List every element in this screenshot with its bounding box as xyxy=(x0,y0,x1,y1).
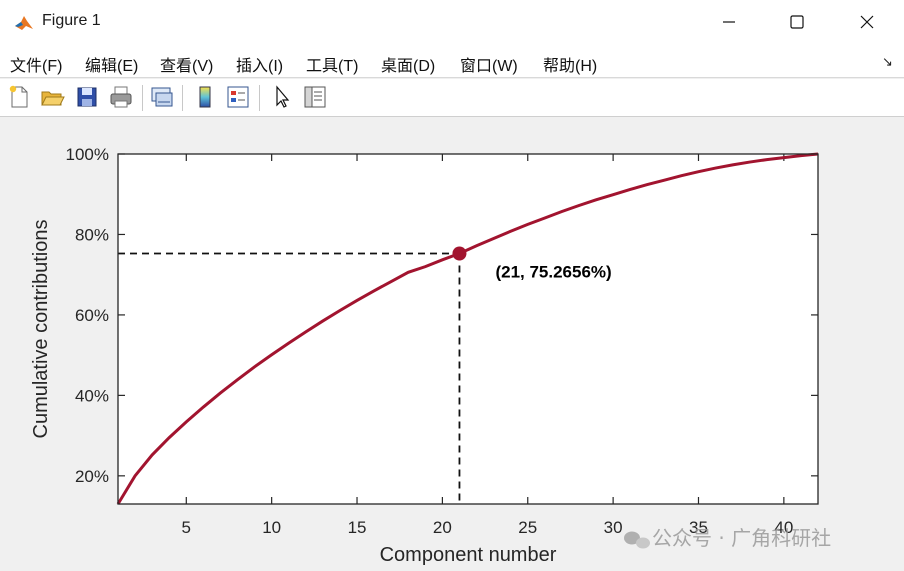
x-tick-label: 5 xyxy=(182,518,191,537)
highlight-point xyxy=(452,246,467,261)
y-tick-label: 80% xyxy=(75,225,109,244)
y-tick-label: 60% xyxy=(75,306,109,325)
colorbar-icon[interactable] xyxy=(192,84,218,110)
x-tick-label: 15 xyxy=(348,518,367,537)
x-tick-label: 10 xyxy=(262,518,281,537)
menu-file[interactable]: 文件(F) xyxy=(10,52,62,76)
close-button[interactable] xyxy=(832,0,902,44)
minimize-icon xyxy=(723,21,735,23)
legend-icon[interactable] xyxy=(225,84,251,110)
print-icon[interactable] xyxy=(108,84,134,110)
toolbar-separator xyxy=(259,85,260,111)
minimize-button[interactable] xyxy=(694,0,764,44)
window-title: Figure 1 xyxy=(42,12,101,29)
watermark: 公众号 · 广角科研社 xyxy=(624,526,831,550)
y-tick-labels: 20% 40% 60% 80% 100% xyxy=(66,145,109,486)
x-tick-label: 25 xyxy=(518,518,537,537)
matlab-logo-icon xyxy=(14,13,34,33)
open-file-icon[interactable] xyxy=(39,84,65,110)
y-axis-label: Cumulative contributions xyxy=(30,220,52,439)
link-plot-icon[interactable] xyxy=(149,84,175,110)
maximize-icon xyxy=(790,15,804,29)
toolbar-separator xyxy=(142,85,143,111)
x-tick-label: 20 xyxy=(433,518,452,537)
figure-toolbar xyxy=(0,79,904,117)
dock-arrow-icon[interactable]: ↘ xyxy=(882,54,893,70)
y-tick-label: 100% xyxy=(66,145,109,164)
menu-edit[interactable]: 编辑(E) xyxy=(85,52,138,76)
x-axis-label: Component number xyxy=(380,544,557,566)
x-tick-label: 30 xyxy=(604,518,623,537)
maximize-button[interactable] xyxy=(762,0,832,44)
close-icon xyxy=(860,15,874,29)
watermark-text: 公众号 · 广角科研社 xyxy=(652,526,831,550)
menu-window[interactable]: 窗口(W) xyxy=(460,52,518,76)
plot-area xyxy=(118,154,818,504)
line-chart: (21, 75.2656%) 5 10 15 20 25 30 35 40 20%40%60%… xyxy=(30,145,831,566)
menu-tools[interactable]: 工具(T) xyxy=(306,52,358,76)
menu-insert[interactable]: 插入(I) xyxy=(236,52,283,76)
new-figure-icon[interactable] xyxy=(6,84,32,110)
menu-bar: 文件(F) 编辑(E) 查看(V) 插入(I) 工具(T) 桌面(D) 窗口(W… xyxy=(0,44,904,78)
wechat-logo-icon xyxy=(624,531,650,549)
menu-view[interactable]: 查看(V) xyxy=(160,52,213,76)
menu-help[interactable]: 帮助(H) xyxy=(543,52,597,76)
highlight-label: (21, 75.2656%) xyxy=(495,263,611,282)
menu-desktop[interactable]: 桌面(D) xyxy=(381,52,435,76)
title-bar: Figure 1 xyxy=(0,0,904,44)
toolbar-separator xyxy=(182,85,183,111)
figure-canvas: (21, 75.2656%) 5 10 15 20 25 30 35 40 20% 40% 60%… xyxy=(0,118,904,571)
save-icon[interactable] xyxy=(74,84,100,110)
edit-plot-pointer-icon[interactable] xyxy=(269,84,295,110)
y-tick-label: 20% xyxy=(75,467,109,486)
y-tick-label: 40% xyxy=(75,386,109,405)
property-inspector-icon[interactable] xyxy=(302,84,328,110)
